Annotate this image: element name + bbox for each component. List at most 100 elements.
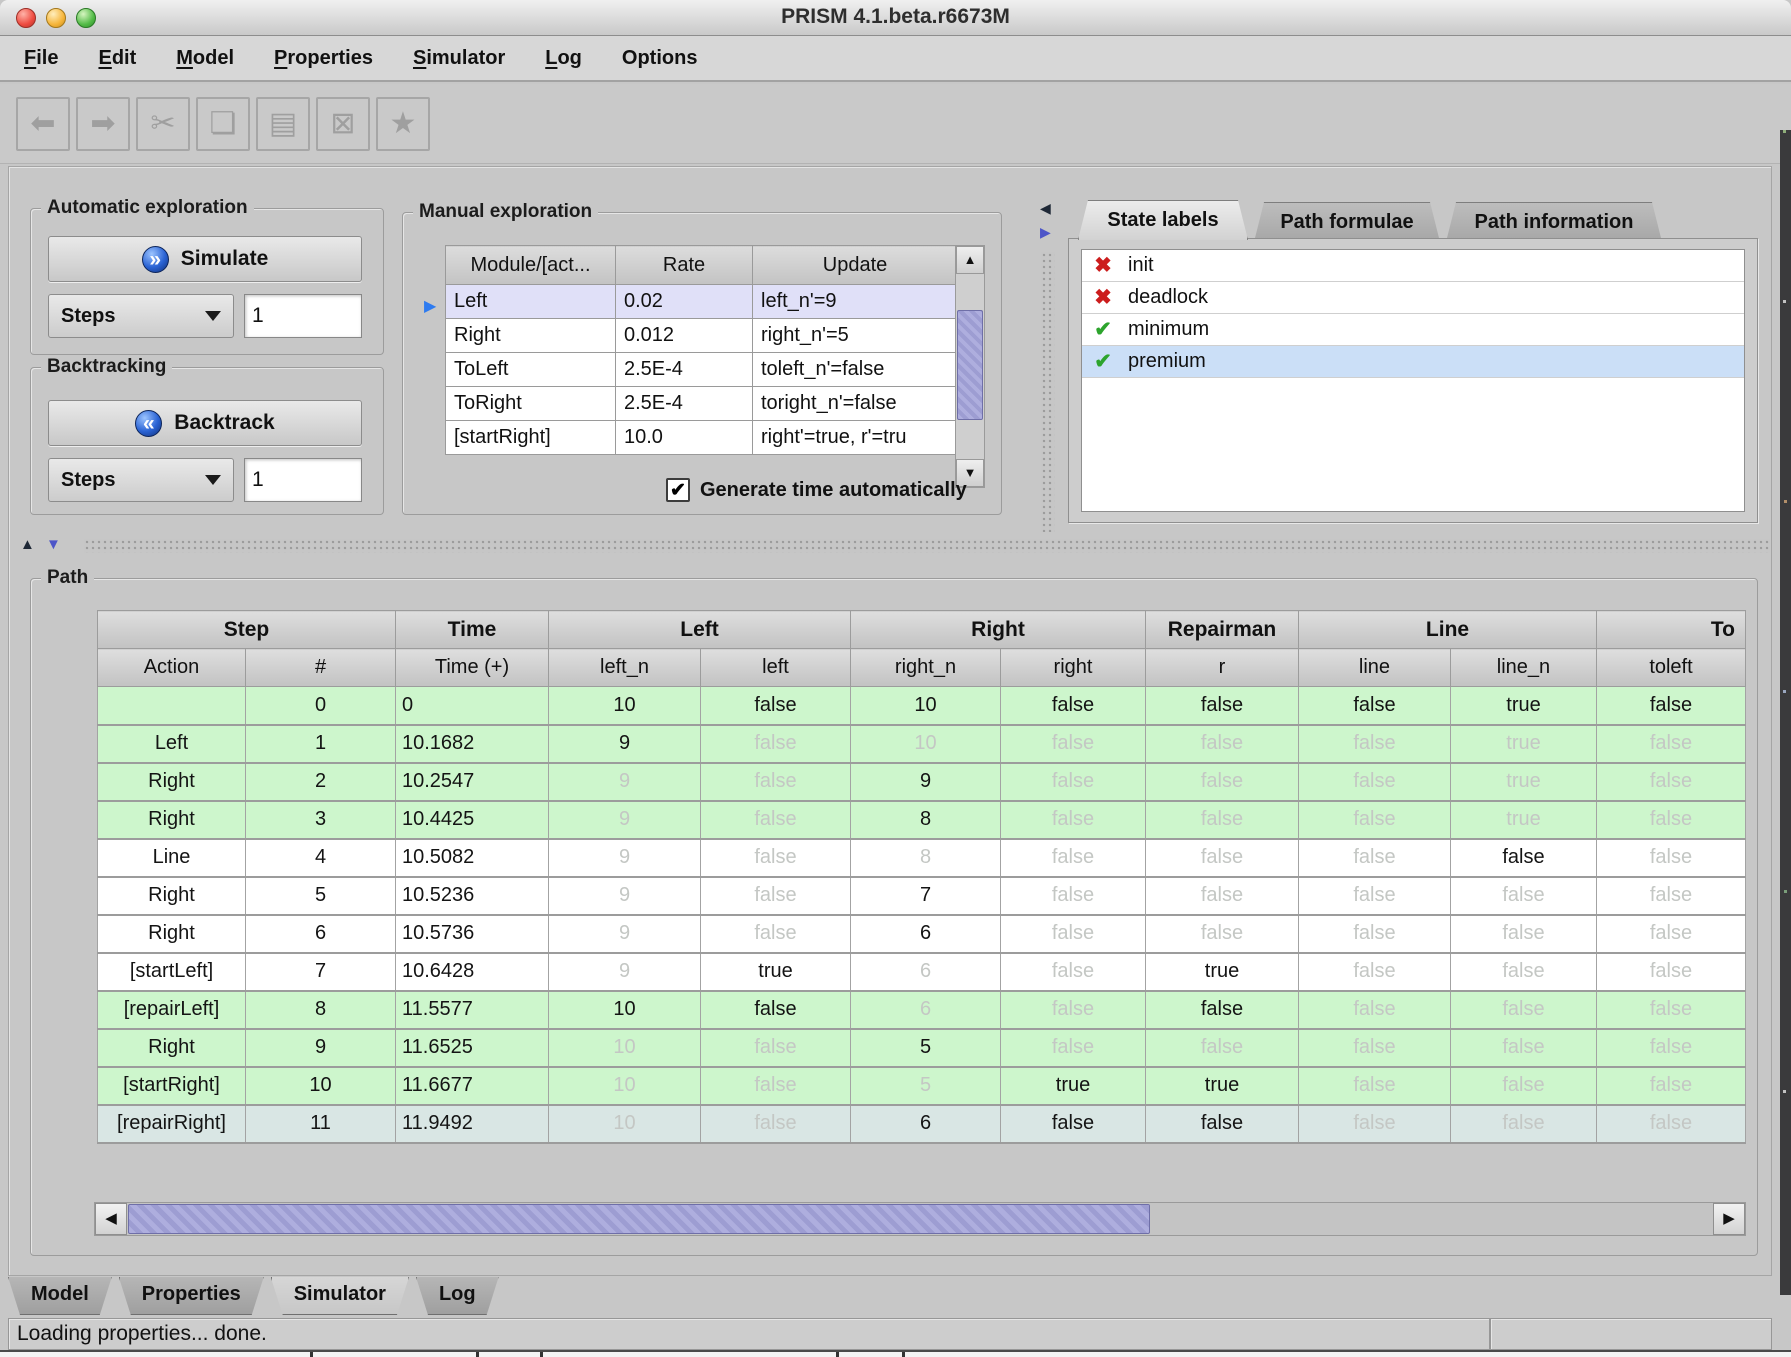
path-col-header[interactable]: left <box>701 649 851 687</box>
scroll-right-icon[interactable]: ▶ <box>1713 1203 1745 1235</box>
manual-exploration-row[interactable]: Right0.012right_n'=5 <box>446 319 958 353</box>
tab-properties[interactable]: Properties <box>119 1277 264 1315</box>
scrollbar-thumb[interactable] <box>957 310 983 420</box>
path-table-row[interactable]: [startLeft]710.64289true6falsetruefalsef… <box>98 953 1746 991</box>
path-col-header[interactable]: Action <box>98 649 246 687</box>
path-col-header[interactable]: toleft <box>1597 649 1746 687</box>
state-label-item-deadlock[interactable]: ✖deadlock <box>1082 282 1744 314</box>
manual-col-header[interactable]: Module/[act... <box>446 246 616 285</box>
path-group-header[interactable]: Time <box>396 611 549 649</box>
scrollbar-thumb[interactable] <box>128 1204 1150 1234</box>
manual-exploration-row[interactable]: ToLeft2.5E-4toleft_n'=false <box>446 353 958 387</box>
copy-button[interactable]: ❏ <box>196 97 250 151</box>
tab-path-information[interactable]: Path information <box>1446 202 1662 242</box>
chevron-down-icon <box>205 475 221 485</box>
path-cell: false <box>1597 1067 1746 1105</box>
tab-state-labels[interactable]: State labels <box>1078 200 1248 240</box>
generate-time-checkbox[interactable]: ✔ <box>666 478 690 502</box>
tab-path-formulae[interactable]: Path formulae <box>1254 202 1440 242</box>
path-table-row[interactable]: Right210.25479false9falsefalsefalsetruef… <box>98 763 1746 801</box>
collapse-right-icon[interactable]: ▶ <box>1040 224 1051 241</box>
star-button[interactable]: ★ <box>376 97 430 151</box>
path-table-row[interactable]: Right911.652510false5falsefalsefalsefals… <box>98 1029 1746 1067</box>
manual-exploration-row[interactable]: ToRight2.5E-4toright_n'=false <box>446 387 958 421</box>
path-group-header[interactable]: Left <box>549 611 851 649</box>
path-col-header[interactable]: # <box>246 649 396 687</box>
tab-log[interactable]: Log <box>416 1277 499 1315</box>
state-label-item-premium[interactable]: ✔premium <box>1082 346 1744 378</box>
forward-arrow-button[interactable]: ➡ <box>76 97 130 151</box>
collapse-down-icon[interactable]: ▼ <box>46 536 61 553</box>
path-cell: false <box>1299 877 1451 915</box>
path-table-row[interactable]: Right310.44259false8falsefalsefalsetruef… <box>98 801 1746 839</box>
collapse-up-icon[interactable]: ▲ <box>20 536 35 553</box>
path-cell: 0 <box>396 687 549 725</box>
path-cell: 10 <box>851 725 1001 763</box>
scroll-left-icon[interactable]: ◀ <box>95 1203 127 1235</box>
simulate-steps-input[interactable] <box>244 294 362 338</box>
path-cell: false <box>1451 839 1597 877</box>
path-col-header[interactable]: line_n <box>1451 649 1597 687</box>
back-arrow-button[interactable]: ⬅ <box>16 97 70 151</box>
path-table-row[interactable]: [repairLeft]811.557710false6falsefalsefa… <box>98 991 1746 1029</box>
path-table-row[interactable]: Right610.57369false6falsefalsefalsefalse… <box>98 915 1746 953</box>
backtrack-steps-input[interactable] <box>244 458 362 502</box>
menu-simulator[interactable]: Simulator <box>413 47 505 70</box>
manual-cell: right'=true, r'=tru <box>753 421 958 455</box>
path-col-header[interactable]: line <box>1299 649 1451 687</box>
tab-simulator[interactable]: Simulator <box>271 1277 409 1315</box>
path-col-header[interactable]: right_n <box>851 649 1001 687</box>
menu-properties[interactable]: Properties <box>274 47 373 70</box>
menu-options[interactable]: Options <box>622 47 698 70</box>
path-table-row[interactable]: Right510.52369false7falsefalsefalsefalse… <box>98 877 1746 915</box>
backtrack-button[interactable]: « Backtrack <box>48 400 362 446</box>
path-cell: 5 <box>851 1029 1001 1067</box>
state-label-item-minimum[interactable]: ✔minimum <box>1082 314 1744 346</box>
manual-exploration-row[interactable]: [startRight]10.0right'=true, r'=tru <box>446 421 958 455</box>
path-cell: true <box>1451 763 1597 801</box>
collapse-left-icon[interactable]: ◀ <box>1040 200 1051 217</box>
paste-button[interactable]: ▤ <box>256 97 310 151</box>
menu-file[interactable]: File <box>24 47 58 70</box>
path-table-row[interactable]: 0010false10falsefalsefalsetruefalse <box>98 687 1746 725</box>
path-group-header[interactable]: To <box>1597 611 1746 649</box>
path-cell: false <box>1451 991 1597 1029</box>
menu-edit[interactable]: Edit <box>98 47 136 70</box>
path-table-row[interactable]: Line410.50829false8falsefalsefalsefalsef… <box>98 839 1746 877</box>
menu-log[interactable]: Log <box>545 47 582 70</box>
path-group-header[interactable]: Right <box>851 611 1146 649</box>
path-table-row[interactable]: [repairRight]1111.949210false6falsefalse… <box>98 1105 1746 1143</box>
path-col-header[interactable]: r <box>1146 649 1299 687</box>
state-label-item-init[interactable]: ✖init <box>1082 250 1744 282</box>
path-horizontal-scrollbar[interactable]: ◀ ▶ <box>94 1202 1746 1236</box>
horizontal-splitter[interactable]: ▲ ▼ <box>10 536 1772 556</box>
manual-cell: ToLeft <box>446 353 616 387</box>
manual-col-header[interactable]: Update <box>753 246 958 285</box>
manual-col-header[interactable]: Rate <box>616 246 753 285</box>
path-table-row[interactable]: [startRight]1011.667710false5truetruefal… <box>98 1067 1746 1105</box>
tab-model[interactable]: Model <box>8 1277 112 1315</box>
backtrack-steps-dropdown[interactable]: Steps <box>48 458 234 502</box>
simulate-button[interactable]: » Simulate <box>48 236 362 282</box>
path-group-header[interactable]: Step <box>98 611 396 649</box>
manual-exploration-scrollbar[interactable]: ▲ ▼ <box>955 245 985 488</box>
path-col-header[interactable]: right <box>1001 649 1146 687</box>
cut-button[interactable]: ✂ <box>136 97 190 151</box>
menu-model[interactable]: Model <box>176 47 234 70</box>
path-group-header[interactable]: Line <box>1299 611 1597 649</box>
delete-button[interactable]: ⊠ <box>316 97 370 151</box>
path-col-header[interactable]: Time (+) <box>396 649 549 687</box>
path-cell: false <box>1451 877 1597 915</box>
path-table-row[interactable]: Left110.16829false10falsefalsefalsetruef… <box>98 725 1746 763</box>
scroll-up-icon[interactable]: ▲ <box>956 246 984 274</box>
vertical-splitter[interactable]: ◀ ▶ <box>1038 172 1058 532</box>
path-group-header[interactable]: Repairman <box>1146 611 1299 649</box>
simulate-steps-dropdown[interactable]: Steps <box>48 294 234 338</box>
path-cell: 11 <box>246 1105 396 1143</box>
path-col-header[interactable]: left_n <box>549 649 701 687</box>
manual-exploration-row[interactable]: Left0.02left_n'=9 <box>446 285 958 319</box>
path-title: Path <box>41 567 94 589</box>
state-labels-list: ✖init✖deadlock✔minimum✔premium <box>1081 249 1745 512</box>
automatic-exploration-title: Automatic exploration <box>41 197 254 219</box>
path-cell: 6 <box>246 915 396 953</box>
